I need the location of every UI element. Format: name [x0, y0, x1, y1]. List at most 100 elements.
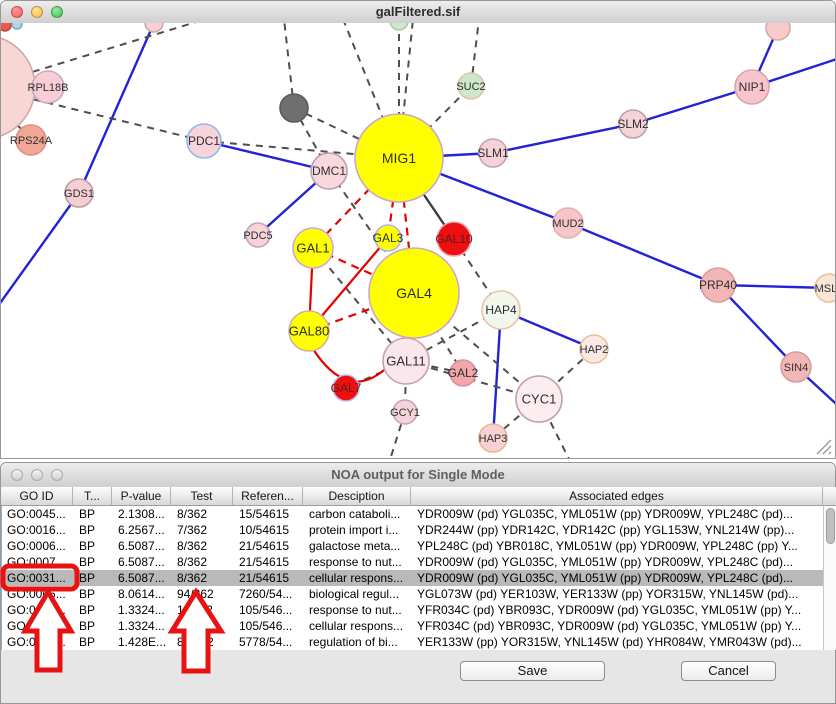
- cell: GO:0050...: [2, 634, 74, 650]
- resize-grip-icon[interactable]: [815, 438, 833, 456]
- node-label: HAP3: [479, 433, 508, 445]
- network-edge[interactable]: [493, 124, 633, 153]
- window-title: galFiltered.sif: [376, 4, 461, 19]
- table-row[interactable]: GO:0045...BP2.1308...8/36215/54615carbon…: [2, 506, 823, 522]
- window-controls: [11, 463, 63, 487]
- cell: 7260/54...: [234, 586, 304, 602]
- cell: BP: [74, 554, 113, 570]
- cell: YDR244W (pp) YDR142C, YDR142C (pp) YGL15…: [412, 522, 823, 538]
- zoom-button[interactable]: [51, 6, 63, 18]
- network-edge[interactable]: [79, 23, 154, 193]
- node-label: HAP4: [485, 303, 517, 317]
- node-dotred[interactable]: [1, 23, 11, 31]
- cell: YPL248C (pd) YBR018C, YML051W (pp) YDR00…: [412, 538, 823, 554]
- cell: 8/362: [172, 570, 234, 586]
- cell: 1.3324...: [113, 618, 172, 634]
- window-title: NOA output for Single Mode: [331, 467, 505, 482]
- node-label: SUC2: [456, 81, 485, 93]
- cell: cellular respons...: [304, 570, 412, 586]
- node-topgreen[interactable]: [390, 23, 408, 30]
- zoom-button[interactable]: [51, 469, 63, 481]
- cell: 21/54615: [234, 570, 304, 586]
- table-row[interactable]: GO:0050...BP1.428E...80/3625778/54...reg…: [2, 634, 823, 650]
- column-header-p-value[interactable]: P-value: [112, 487, 171, 505]
- minimize-button[interactable]: [31, 469, 43, 481]
- cell: BP: [74, 522, 113, 538]
- cell: GO:0065...: [2, 586, 74, 602]
- cell: 5778/54...: [234, 634, 304, 650]
- cell: 6.5087...: [113, 570, 172, 586]
- column-header-referen-[interactable]: Referen...: [233, 487, 303, 505]
- scrollbar-thumb[interactable]: [826, 508, 835, 544]
- node-label: RPS24A: [10, 135, 53, 147]
- cell: 1.428E...: [113, 634, 172, 650]
- close-button[interactable]: [11, 6, 23, 18]
- table-row[interactable]: GO:0031...BP1.3324...11/362105/546...cel…: [2, 618, 823, 634]
- network-window: galFiltered.sif RPL18BRPS24AGDS1PDC1PDC5…: [0, 0, 836, 459]
- table-row[interactable]: GO:0007...BP6.5087...8/36221/54615respon…: [2, 554, 823, 570]
- node-label: MUD2: [552, 218, 583, 230]
- node-label: RPL18B: [28, 82, 69, 94]
- scrollbar-track[interactable]: [823, 506, 836, 650]
- node-label: GAL7: [331, 381, 362, 395]
- cell: 105/546...: [234, 602, 304, 618]
- table-row[interactable]: GO:0031...BP1.3324...11/362105/546...res…: [2, 602, 823, 618]
- table-row[interactable]: GO:0065...BP8.0614...94/3627260/54...bio…: [2, 586, 823, 602]
- table-row[interactable]: GO:0031...BP6.5087...8/36221/54615cellul…: [2, 570, 823, 586]
- cell: GO:0031...: [2, 618, 74, 634]
- cell: 80/362: [172, 634, 234, 650]
- column-header-associated-edges[interactable]: Associated edges: [411, 487, 823, 505]
- noa-titlebar[interactable]: NOA output for Single Mode: [1, 463, 835, 488]
- cell: 8/362: [172, 506, 234, 522]
- node-label: GAL2: [448, 366, 479, 380]
- node-graynode[interactable]: [280, 94, 308, 122]
- network-edge[interactable]: [1, 193, 79, 313]
- node-label: GAL10: [435, 232, 473, 246]
- node-label: GAL3: [373, 231, 404, 245]
- node-label: SLM2: [617, 117, 649, 131]
- cell: GO:0045...: [2, 506, 74, 522]
- cell: BP: [74, 634, 113, 650]
- column-header-test[interactable]: Test: [171, 487, 233, 505]
- table-row[interactable]: GO:0006...BP6.5087...8/36221/54615galact…: [2, 538, 823, 554]
- cell: carbon cataboli...: [304, 506, 412, 522]
- cell: 11/362: [172, 602, 234, 618]
- cell: 7/362: [172, 522, 234, 538]
- column-header-go-id[interactable]: GO ID: [1, 487, 73, 505]
- cell: biological regul...: [304, 586, 412, 602]
- network-titlebar[interactable]: galFiltered.sif: [1, 1, 835, 24]
- node-dotblue[interactable]: [12, 23, 22, 29]
- cell: 21/54615: [234, 538, 304, 554]
- cell: BP: [74, 570, 113, 586]
- network-edge[interactable]: [633, 87, 752, 124]
- cell: BP: [74, 506, 113, 522]
- node-toppink[interactable]: [145, 23, 163, 32]
- cell: 21/54615: [234, 554, 304, 570]
- save-button[interactable]: Save: [460, 661, 605, 681]
- network-edge[interactable]: [204, 141, 329, 171]
- column-header-desciption[interactable]: Desciption: [303, 487, 411, 505]
- cancel-button[interactable]: Cancel: [681, 661, 776, 681]
- cell: YDR009W (pd) YGL035C, YML051W (pp) YDR00…: [412, 570, 823, 586]
- cell: BP: [74, 586, 113, 602]
- cell: BP: [74, 602, 113, 618]
- cell: 94/362: [172, 586, 234, 602]
- cell: GO:0016...: [2, 522, 74, 538]
- node-toprightpink[interactable]: [766, 23, 790, 40]
- cell: 11/362: [172, 618, 234, 634]
- table-row[interactable]: GO:0016...BP6.2567...7/36210/54615protei…: [2, 522, 823, 538]
- node-label: PDC5: [243, 230, 272, 242]
- network-canvas[interactable]: RPL18BRPS24AGDS1PDC1PDC5DMC1MIG1SLM1SUC2…: [1, 23, 835, 458]
- column-header-t-[interactable]: T...: [73, 487, 112, 505]
- minimize-button[interactable]: [31, 6, 43, 18]
- node-label: MSL1: [815, 283, 835, 295]
- node-label: DMC1: [312, 164, 346, 178]
- cell: YDR009W (pd) YGL035C, YML051W (pp) YDR00…: [412, 554, 823, 570]
- network-edge[interactable]: [568, 223, 718, 285]
- window-controls: [11, 1, 63, 23]
- cell: GO:0031...: [2, 602, 74, 618]
- cell: 6.2567...: [113, 522, 172, 538]
- cell: YDR009W (pd) YGL035C, YML051W (pp) YDR00…: [412, 506, 823, 522]
- cell: regulation of bi...: [304, 634, 412, 650]
- close-button[interactable]: [11, 469, 23, 481]
